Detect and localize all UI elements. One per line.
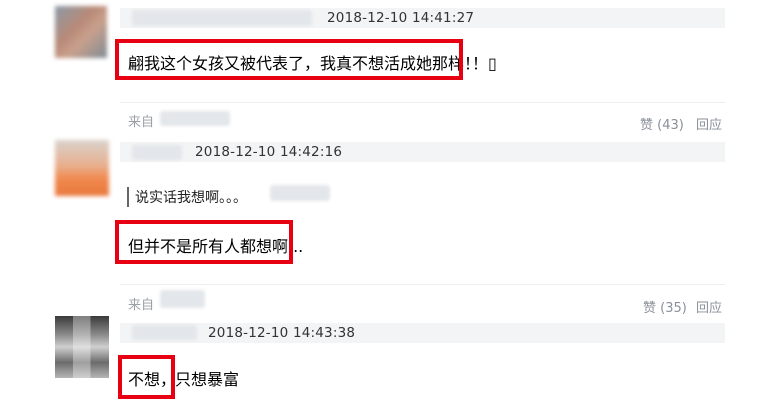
highlight-box xyxy=(115,39,463,80)
blurred-username[interactable] xyxy=(132,325,197,340)
like-count: (43) xyxy=(657,118,684,133)
blurred-quote-author[interactable] xyxy=(270,185,330,201)
avatar[interactable] xyxy=(55,140,109,196)
like-button[interactable]: 赞 (35) xyxy=(643,297,687,316)
highlight-box xyxy=(118,355,175,399)
like-label: 赞 xyxy=(643,301,657,316)
avatar[interactable] xyxy=(55,6,107,58)
highlight-box xyxy=(115,220,293,264)
blurred-username[interactable] xyxy=(132,10,312,26)
comment-text-rest: 只想暴富 xyxy=(175,370,240,389)
blurred-username[interactable] xyxy=(132,145,182,160)
comment-text-trail: ！▯ xyxy=(472,54,497,73)
comment-timestamp: 2018-12-10 14:43:38 xyxy=(208,325,356,341)
like-label: 赞 xyxy=(640,118,654,133)
blurred-source[interactable] xyxy=(160,111,230,126)
avatar[interactable] xyxy=(55,316,109,378)
like-button[interactable]: 赞 (43) xyxy=(640,114,684,133)
like-count: (35) xyxy=(660,301,687,316)
reply-button[interactable]: 回应 xyxy=(696,114,722,133)
blurred-source[interactable] xyxy=(160,290,205,308)
comment-timestamp: 2018-12-10 14:42:16 xyxy=(195,144,343,160)
source-label: 来自 xyxy=(128,298,155,313)
reply-button[interactable]: 回应 xyxy=(696,297,722,316)
divider xyxy=(120,102,725,103)
comment-timestamp: 2018-12-10 14:41:27 xyxy=(327,10,475,26)
source-label: 来自 xyxy=(128,115,155,130)
quoted-text: 说实话我想啊。。。 xyxy=(127,187,247,207)
divider xyxy=(120,284,725,285)
